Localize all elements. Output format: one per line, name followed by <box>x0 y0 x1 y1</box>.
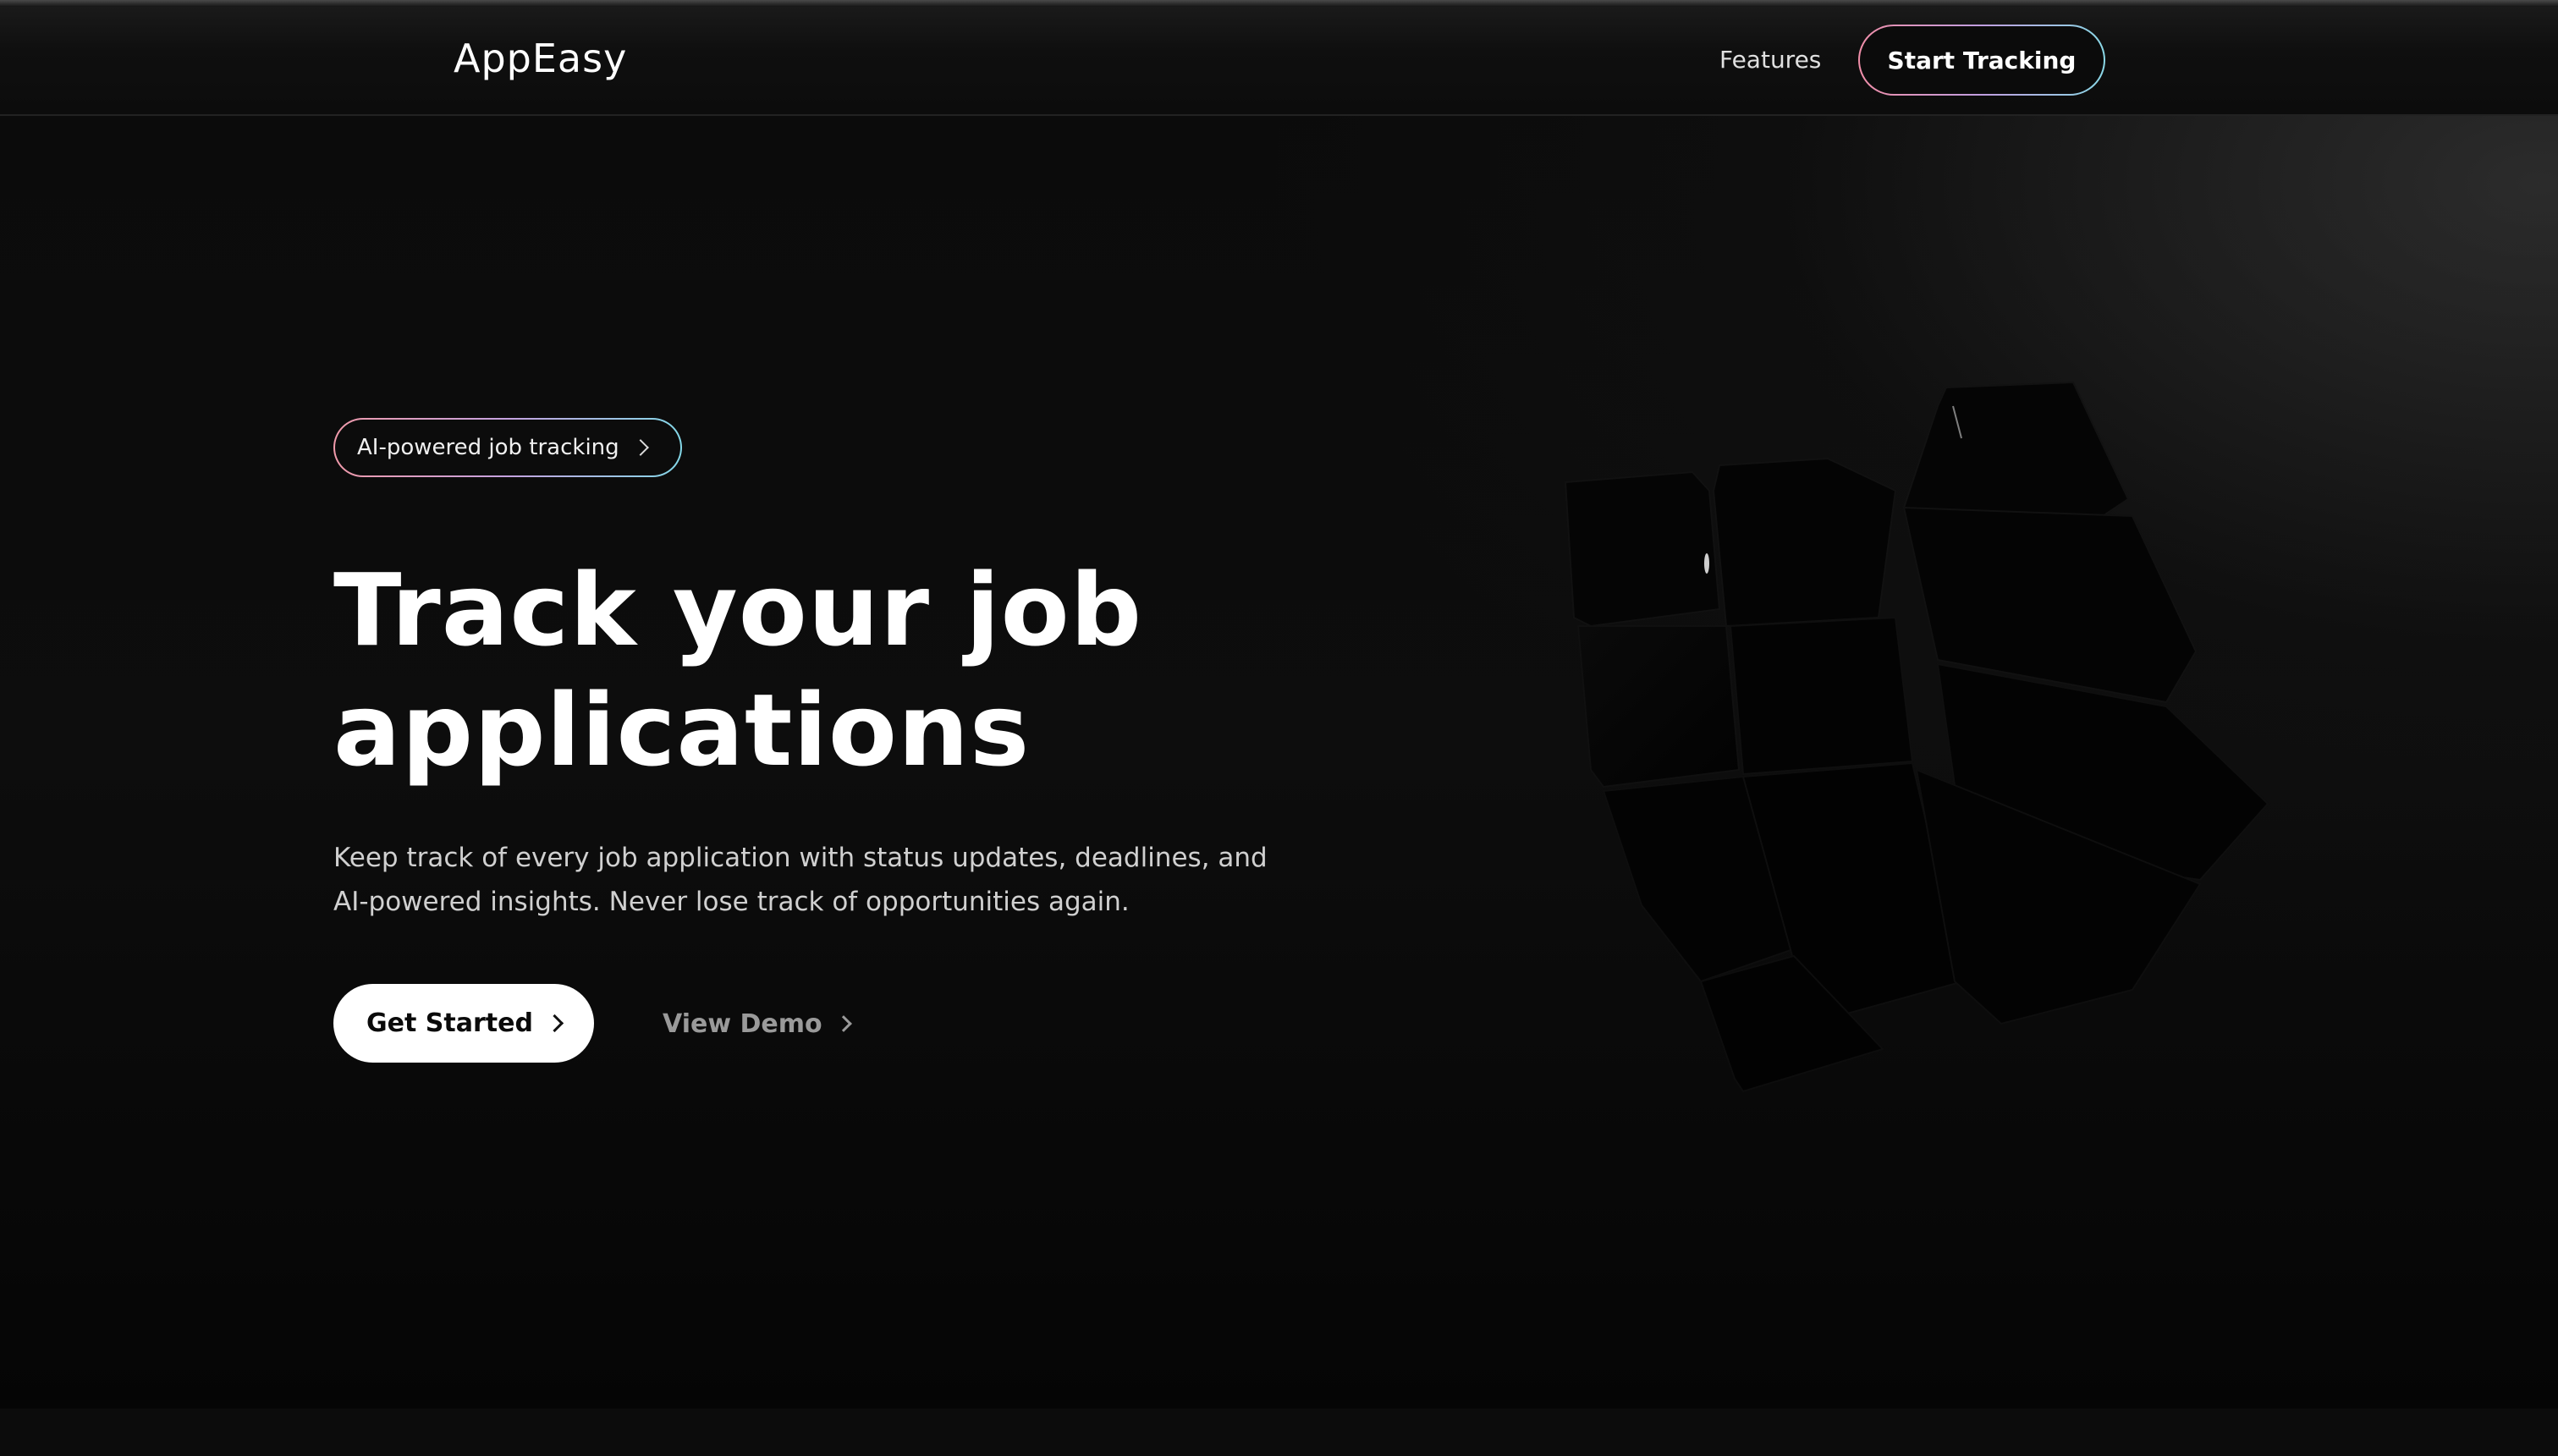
get-started-label: Get Started <box>366 1008 533 1038</box>
cube-illustration <box>1564 381 2269 1093</box>
chevron-right-icon <box>834 1015 852 1032</box>
nav-link-features[interactable]: Features <box>1719 46 1821 74</box>
cube-highlight <box>1704 553 1709 574</box>
cube-tile <box>1729 616 1914 776</box>
chevron-right-icon <box>545 1014 564 1033</box>
logo[interactable]: AppEasy <box>454 36 627 81</box>
ai-badge-inner: AI-powered job tracking <box>335 420 680 475</box>
page: AppEasy Features Start Tracking AI-power… <box>0 0 2558 1456</box>
start-tracking-button[interactable]: Start Tracking <box>1858 25 2105 96</box>
browser-top-strip <box>0 0 2558 7</box>
hero-headline: Track your job applications <box>333 550 1433 790</box>
bottom-band <box>0 1409 2558 1456</box>
headline-line-2: applications <box>333 672 1031 788</box>
cube-tile <box>1712 457 1897 628</box>
start-tracking-label: Start Tracking <box>1860 26 2104 94</box>
view-demo-button[interactable]: View Demo <box>663 1003 852 1045</box>
get-started-button[interactable]: Get Started <box>333 984 594 1063</box>
headline-line-1: Track your job <box>333 552 1143 668</box>
ai-badge-label: AI-powered job tracking <box>357 435 619 460</box>
ai-badge[interactable]: AI-powered job tracking <box>333 418 682 477</box>
view-demo-label: View Demo <box>663 1008 822 1039</box>
site-header: AppEasy Features Start Tracking <box>0 7 2558 116</box>
cube-tile <box>1576 625 1741 788</box>
hero-subtext: Keep track of every job application with… <box>333 836 1349 924</box>
cube-tile <box>1564 470 1721 628</box>
subtext-line-1: Keep track of every job application with… <box>333 843 1268 873</box>
subtext-line-2: AI-powered insights. Never lose track of… <box>333 887 1130 917</box>
chevron-right-icon <box>631 439 649 456</box>
